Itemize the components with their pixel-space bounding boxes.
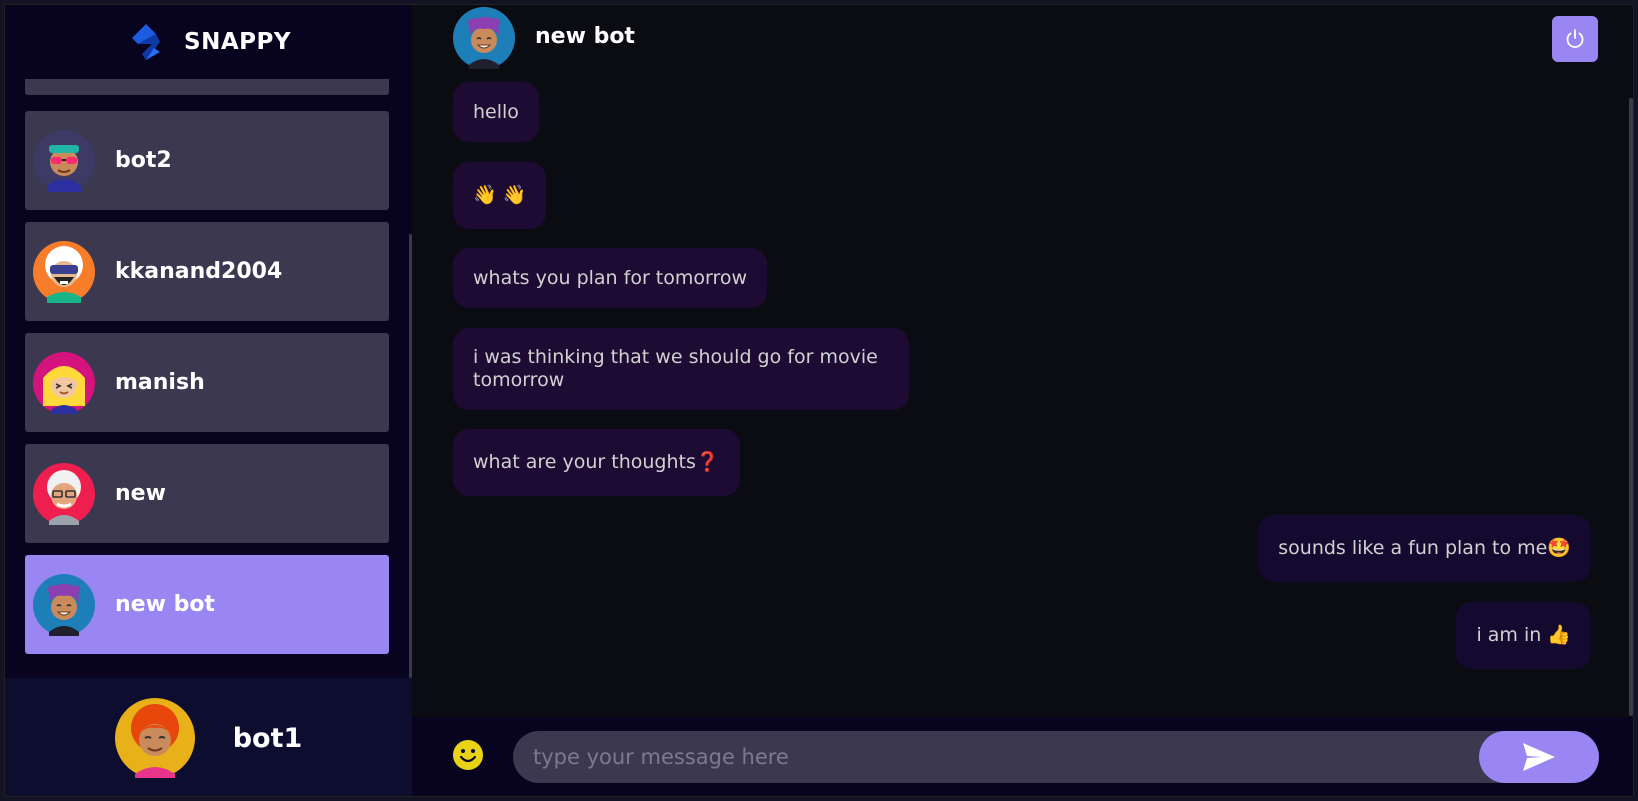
app-window: SNAPPY bot2 kkanand2004 manish new new b… (4, 4, 1634, 797)
message-sent: sounds like a fun plan to me🤩 (1258, 515, 1591, 582)
contact-item-bot2[interactable]: bot2 (25, 111, 389, 210)
message-sent: i am in 👍 (1456, 602, 1591, 669)
contact-item-new-bot[interactable]: new bot (25, 555, 389, 654)
contact-name: bot2 (115, 148, 172, 173)
avatar-purple-hair-icon (453, 7, 515, 69)
contact-name: new (115, 481, 166, 506)
contact-item-new[interactable]: new (25, 444, 389, 543)
avatar-orange-hair-icon (114, 698, 195, 778)
message-received: 👋 👋 (453, 162, 547, 229)
message-list: hello 👋 👋 whats you plan for tomorrow i … (412, 77, 1633, 717)
contact-item-kkanand2004[interactable]: kkanand2004 (25, 222, 389, 321)
send-icon (1523, 743, 1555, 771)
current-user-name: bot1 (232, 722, 303, 754)
contact-name: kkanand2004 (115, 259, 283, 284)
power-icon (1566, 29, 1584, 48)
message-received: hello (453, 82, 539, 142)
message-received: i was thinking that we should go for mov… (453, 328, 909, 410)
avatar-purple-hair-icon (33, 573, 95, 636)
message-received: whats you plan for tomorrow (453, 248, 768, 308)
avatar-white-hair-glasses-icon (33, 462, 95, 525)
current-user-panel: bot1 (5, 678, 412, 796)
chat-title: new bot (535, 24, 635, 49)
contact-item-manish[interactable]: manish (25, 333, 389, 432)
avatar-white-hair-goggles-icon (33, 240, 95, 303)
chat-pane: new bot hello 👋 👋 whats you plan for tom… (412, 5, 1633, 796)
message-received: what are your thoughts❓ (453, 429, 740, 496)
logout-button[interactable] (1552, 16, 1598, 62)
send-button[interactable] (1479, 731, 1599, 783)
message-input-bar (412, 717, 1633, 796)
smiley-icon[interactable] (452, 739, 484, 771)
contact-name: new bot (115, 592, 215, 617)
chat-header: new bot (412, 5, 1633, 77)
message-list-scrollbar[interactable] (1629, 98, 1633, 716)
snappy-logo-icon (132, 24, 160, 60)
contacts-sidebar: SNAPPY bot2 kkanand2004 manish new new b… (5, 5, 412, 796)
brand-header: SNAPPY (5, 5, 412, 79)
contact-name: manish (115, 370, 205, 395)
contact-list[interactable]: bot2 kkanand2004 manish new new bot (5, 79, 412, 678)
avatar-blonde-icon (33, 351, 95, 414)
avatar-sunglasses-icon (33, 129, 95, 192)
brand-name: SNAPPY (184, 29, 291, 55)
contact-item-partial[interactable] (25, 79, 389, 95)
message-input[interactable] (513, 731, 1559, 783)
